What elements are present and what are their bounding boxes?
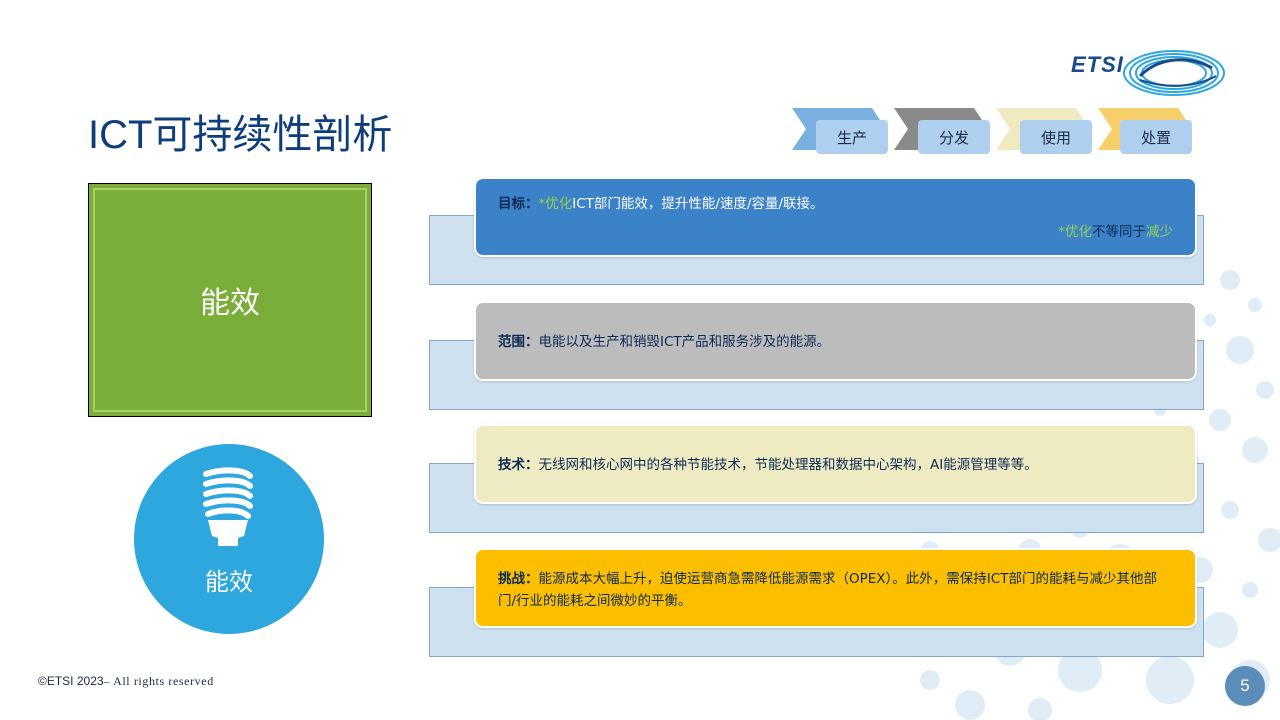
energy-efficiency-circle: 能效 <box>134 444 324 634</box>
process-step-use: 使用 <box>1020 120 1092 154</box>
goal-optimize: *优化 <box>538 196 573 212</box>
circle-label: 能效 <box>205 568 253 596</box>
footer: ©ETSI 2023– All rights reserved <box>38 674 214 689</box>
goal-note: *优化不等同于减少 <box>1058 221 1173 243</box>
tech-text: 无线网和核心网中的各种节能技术，节能处理器和数据中心架构，AI能源管理等等。 <box>538 457 1038 473</box>
challenge-card: 挑战：能源成本大幅上升，迫使运营商急需降低能源需求（OPEX）。此外，需保持IC… <box>474 548 1197 628</box>
logo-text: ETSI <box>1071 52 1124 77</box>
logo-swoosh-icon <box>1123 50 1225 96</box>
scope-text: 电能以及生产和销毁ICT产品和服务涉及的能源。 <box>538 334 831 350</box>
footer-rights: – All rights reserved <box>103 674 214 688</box>
scope-card: 范围：电能以及生产和销毁ICT产品和服务涉及的能源。 <box>474 301 1197 381</box>
process-step-distribute: 分发 <box>918 120 990 154</box>
slide-title: ICT可持续性剖析 <box>88 113 393 157</box>
process-flow: 生产 分发 使用 处置 <box>792 108 1212 156</box>
tech-card: 技术：无线网和核心网中的各种节能技术，节能处理器和数据中心架构，AI能源管理等等… <box>474 424 1197 504</box>
scope-key: 范围： <box>498 334 539 350</box>
challenge-text: 能源成本大幅上升，迫使运营商急需降低能源需求（OPEX）。此外，需保持ICT部门… <box>498 571 1157 609</box>
energy-efficiency-box: 能效 <box>88 183 372 417</box>
process-step-dispose: 处置 <box>1120 120 1192 154</box>
tech-key: 技术： <box>498 457 539 473</box>
challenge-key: 挑战： <box>498 571 539 587</box>
goal-text: ICT部门能效，提升性能/速度/容量/联接。 <box>572 196 824 212</box>
green-box-label: 能效 <box>200 286 260 321</box>
process-step-produce: 生产 <box>816 120 888 154</box>
footer-copyright: ©ETSI 2023 <box>38 674 104 688</box>
etsi-logo: ETSI <box>1068 46 1228 100</box>
goal-key: 目标： <box>498 196 539 212</box>
page-number: 5 <box>1225 666 1265 706</box>
note-not-equal: 不等同于 <box>1092 224 1146 240</box>
light-bulb-icon <box>203 467 253 546</box>
note-optimize: *优化 <box>1058 224 1092 240</box>
note-reduce: 减少 <box>1146 224 1173 240</box>
goal-card: 目标：*优化ICT部门能效，提升性能/速度/容量/联接。 *优化不等同于减少 <box>474 177 1197 257</box>
